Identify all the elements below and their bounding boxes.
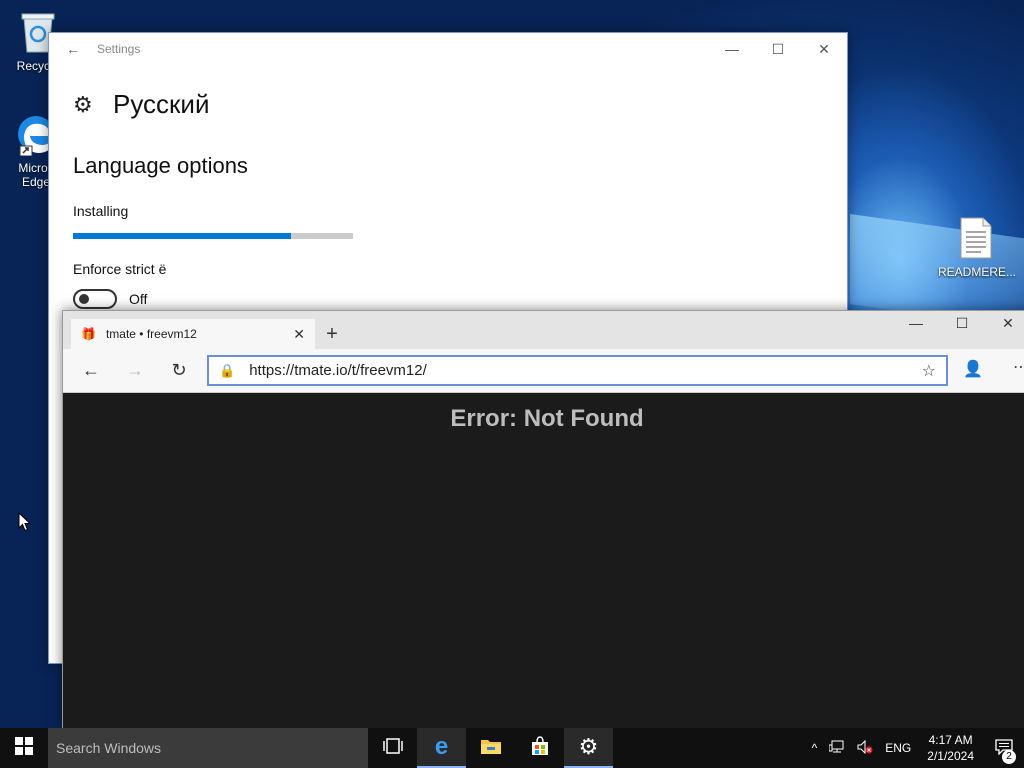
favorite-star-icon[interactable]: ☆: [922, 361, 936, 381]
profile-icon[interactable]: 👤: [963, 359, 983, 379]
settings-heading: ⚙ Русский: [73, 89, 209, 120]
taskbar: Search Windows e ⚙ ^ ENG 4:17 AM 2/1/202…: [0, 728, 1024, 768]
back-icon[interactable]: ←: [69, 360, 113, 381]
network-icon[interactable]: [823, 740, 851, 757]
store-bag-icon: [530, 735, 550, 761]
tmate-favicon-icon: 🎁: [81, 327, 96, 341]
new-tab-button[interactable]: +: [317, 319, 347, 349]
start-button[interactable]: [0, 728, 48, 768]
tab-title: tmate • freevm12: [105, 327, 197, 341]
minimize-button[interactable]: —: [893, 315, 939, 332]
section-title: Language options: [73, 153, 248, 178]
gear-icon: ⚙: [73, 91, 93, 117]
taskbar-edge-button[interactable]: e: [417, 728, 466, 768]
page-title: Русский: [113, 89, 210, 119]
more-options-icon[interactable]: ⋯: [1013, 357, 1024, 377]
url-text: https://tmate.io/t/freevm12/: [249, 362, 427, 379]
clock-date: 2/1/2024: [927, 749, 974, 763]
tab-close-button[interactable]: ✕: [293, 326, 305, 343]
install-status: Installing: [73, 203, 129, 219]
system-tray: ^ ENG 4:17 AM 2/1/2024 2: [806, 728, 1024, 768]
toggle-knob: [79, 294, 89, 304]
install-progress-bar: [73, 233, 353, 239]
minimize-button[interactable]: —: [709, 41, 755, 58]
tab-tmate[interactable]: 🎁 tmate • freevm12 ✕: [71, 319, 315, 349]
input-language-indicator[interactable]: ENG: [879, 741, 917, 755]
back-arrow-icon[interactable]: ←: [49, 41, 97, 57]
edge-icon: e: [434, 733, 449, 760]
refresh-icon[interactable]: ↻: [157, 360, 201, 381]
progress-fill: [73, 233, 292, 239]
close-button[interactable]: ✕: [985, 315, 1024, 332]
error-message: Error: Not Found: [450, 405, 644, 432]
windows-logo-icon: [15, 736, 33, 760]
address-bar-row: ← → ↻ 🔒 https://tmate.io/t/freevm12/ ☆ 👤…: [63, 349, 1024, 393]
maximize-button[interactable]: ☐: [755, 41, 801, 58]
task-view-button[interactable]: [368, 728, 417, 768]
toggle-state-label: Off: [129, 291, 148, 307]
action-center-button[interactable]: 2: [984, 738, 1024, 764]
volume-muted-icon[interactable]: [851, 739, 879, 757]
option-label: Enforce strict ё: [73, 261, 167, 277]
taskbar-file-explorer-button[interactable]: [466, 728, 515, 768]
page-content: Error: Not Found: [63, 393, 1024, 729]
folder-icon: [480, 737, 502, 760]
close-button[interactable]: ✕: [801, 41, 847, 58]
settings-titlebar: ← Settings — ☐ ✕: [49, 33, 847, 65]
enforce-strict-toggle[interactable]: [73, 289, 117, 309]
taskbar-store-button[interactable]: [515, 728, 564, 768]
notification-count-badge: 2: [1002, 749, 1016, 764]
task-view-icon: [382, 737, 403, 759]
tab-bar: 🎁 tmate • freevm12 ✕ + — ☐ ✕: [63, 311, 1024, 349]
show-hidden-icons-chevron-icon[interactable]: ^: [806, 741, 824, 755]
lock-icon: 🔒: [219, 362, 236, 378]
gear-icon: ⚙: [578, 734, 599, 759]
browser-window: 🎁 tmate • freevm12 ✕ + — ☐ ✕ ← → ↻ 🔒 htt…: [62, 310, 1024, 729]
clock-time: 4:17 AM: [928, 733, 973, 747]
maximize-button[interactable]: ☐: [939, 315, 985, 332]
settings-window-title: Settings: [97, 42, 141, 56]
forward-icon[interactable]: →: [113, 360, 157, 381]
url-field[interactable]: 🔒 https://tmate.io/t/freevm12/ ☆: [207, 355, 948, 386]
text-file-icon: [938, 216, 1014, 263]
taskbar-settings-button[interactable]: ⚙: [564, 728, 613, 768]
desktop-icon-label: READMERE...: [938, 265, 1017, 279]
desktop-icon-readme[interactable]: READMERE...: [938, 216, 1017, 279]
mouse-cursor: [18, 511, 32, 537]
clock[interactable]: 4:17 AM 2/1/2024: [917, 732, 984, 764]
taskbar-search-box[interactable]: Search Windows: [48, 728, 368, 768]
